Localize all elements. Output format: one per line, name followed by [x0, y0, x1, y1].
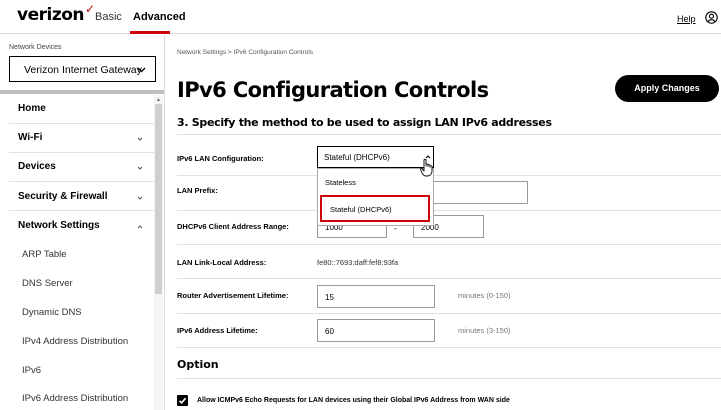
- sidebar-item-ipv6-address-distribution[interactable]: IPv6 Address Distribution: [22, 393, 128, 404]
- active-tab-indicator: [130, 31, 170, 34]
- divider: [9, 181, 154, 182]
- sidebar-item-arp-table[interactable]: ARP Table: [22, 249, 67, 260]
- select-value: Stateful (DHCPv6): [324, 153, 390, 162]
- icmpv6-echo-checkbox[interactable]: [177, 395, 188, 406]
- option-section-title: Option: [177, 358, 219, 371]
- ipv6-lan-configuration-select[interactable]: Stateful (DHCPv6): [317, 146, 434, 168]
- sidebar-item-wifi[interactable]: Wi-Fi: [18, 132, 42, 143]
- hand-cursor-icon: [420, 159, 433, 177]
- section-title: 3. Specify the method to be used to assi…: [177, 116, 552, 129]
- help-link[interactable]: Help: [677, 14, 696, 24]
- network-devices-label: Network Devices: [9, 44, 62, 51]
- dhcpv6-client-address-range-label: DHCPv6 Client Address Range:: [177, 222, 289, 231]
- sidebar-item-security-firewall[interactable]: Security & Firewall: [18, 191, 107, 202]
- router-advertisement-lifetime-input[interactable]: 15: [317, 285, 435, 308]
- option-stateless[interactable]: Stateless: [325, 178, 356, 187]
- sidebar-item-ipv4-address-distribution[interactable]: IPv4 Address Distribution: [22, 336, 128, 347]
- ipv6-lan-configuration-dropdown: Stateless Stateful (DHCPv6): [317, 168, 434, 226]
- divider: [0, 90, 164, 94]
- logo-text: verizon: [17, 5, 85, 25]
- chevron-down-icon: [137, 166, 143, 170]
- divider: [177, 378, 721, 379]
- icmpv6-echo-checkbox-label: Allow ICMPv6 Echo Requests for LAN devic…: [197, 397, 510, 404]
- divider: [177, 244, 721, 245]
- breadcrumb[interactable]: Network Settings > IPv6 Configuration Co…: [177, 49, 313, 56]
- chevron-down-icon: [137, 137, 143, 141]
- router-advertisement-lifetime-label: Router Advertisement Lifetime:: [177, 291, 289, 300]
- tab-advanced[interactable]: Advanced: [133, 11, 186, 23]
- apply-changes-button[interactable]: Apply Changes: [615, 75, 719, 102]
- sidebar-item-ipv6[interactable]: IPv6: [22, 365, 41, 376]
- ipv6-address-lifetime-hint: minutes (3-150): [458, 326, 511, 335]
- divider: [9, 123, 154, 124]
- checkmark-icon: [178, 397, 187, 404]
- chevron-down-icon: [137, 196, 143, 200]
- option-stateful-dhcpv6[interactable]: Stateful (DHCPv6): [320, 195, 430, 222]
- divider: [177, 278, 721, 279]
- sidebar-item-dynamic-dns[interactable]: Dynamic DNS: [22, 307, 82, 318]
- divider: [177, 347, 721, 348]
- divider: [9, 152, 154, 153]
- chevron-down-icon: [137, 67, 146, 73]
- divider: [9, 210, 154, 211]
- gateway-select[interactable]: Verizon Internet Gateway: [9, 56, 156, 82]
- verizon-logo[interactable]: verizon✓: [17, 2, 95, 25]
- ipv6-address-lifetime-label: IPv6 Address Lifetime:: [177, 326, 258, 335]
- ipv6-address-lifetime-input[interactable]: 60: [317, 319, 435, 342]
- user-icon[interactable]: [705, 11, 718, 24]
- scroll-up-icon[interactable]: ▲: [156, 97, 161, 103]
- divider: [177, 210, 721, 211]
- top-header: verizon✓ Basic Advanced Help: [0, 0, 721, 34]
- chevron-up-icon: [137, 225, 143, 229]
- gateway-select-value: Verizon Internet Gateway: [24, 64, 142, 76]
- sidebar-item-network-settings[interactable]: Network Settings: [18, 220, 100, 231]
- sidebar-item-devices[interactable]: Devices: [18, 161, 56, 172]
- lan-link-local-address-value: fe80::7693:daff:fef8:93fa: [317, 258, 399, 267]
- sidebar: Network Devices Verizon Internet Gateway…: [0, 35, 165, 410]
- sidebar-scrollbar-thumb[interactable]: [155, 104, 162, 294]
- page-title: IPv6 Configuration Controls: [177, 78, 489, 102]
- ipv6-lan-configuration-label: IPv6 LAN Configuration:: [177, 154, 264, 163]
- router-advertisement-lifetime-hint: minutes (0-150): [458, 291, 511, 300]
- lan-prefix-label: LAN Prefix:: [177, 186, 218, 195]
- divider: [177, 175, 721, 176]
- logo-check-mark: ✓: [85, 2, 95, 16]
- tab-basic[interactable]: Basic: [95, 11, 122, 23]
- sidebar-item-dns-server[interactable]: DNS Server: [22, 278, 73, 289]
- lan-link-local-address-label: LAN Link-Local Address:: [177, 258, 267, 267]
- divider: [177, 313, 721, 314]
- divider: [177, 134, 721, 135]
- sidebar-item-home[interactable]: Home: [18, 103, 46, 114]
